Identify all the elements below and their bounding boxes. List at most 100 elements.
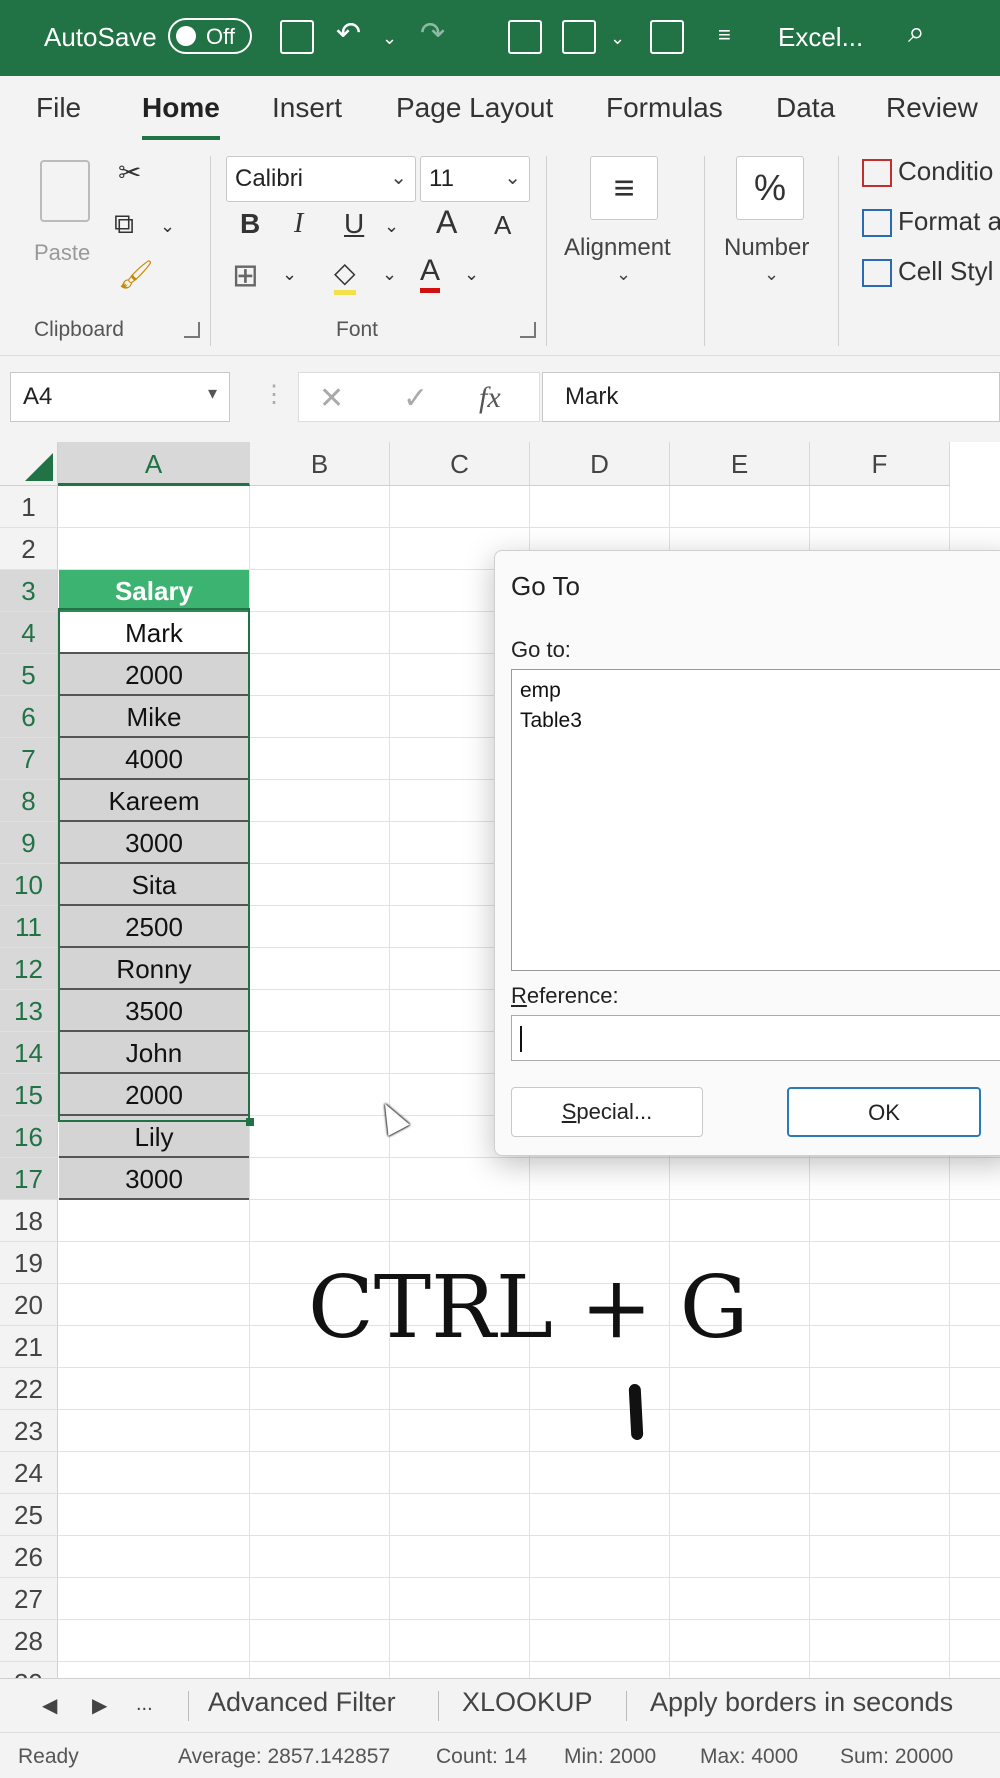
table-cell[interactable]: Kareem — [59, 780, 249, 822]
row-header[interactable]: 22 — [0, 1368, 58, 1410]
fill-handle[interactable] — [246, 1118, 254, 1126]
tab-review[interactable]: Review — [886, 92, 978, 124]
copy-dropdown-icon[interactable]: ⌄ — [160, 216, 175, 237]
cancel-icon[interactable]: ✕ — [319, 381, 344, 416]
formula-input[interactable]: Mark — [542, 372, 1000, 422]
row-header[interactable]: 12 — [0, 948, 58, 990]
alignment-button[interactable]: ≡ Alignment ⌄ — [558, 152, 692, 302]
list-item[interactable]: emp — [520, 676, 1000, 706]
sheet-prev-icon[interactable]: ◀ — [42, 1693, 57, 1718]
save-icon[interactable] — [280, 20, 314, 54]
sheet-tab-xlookup[interactable]: XLOOKUP — [462, 1687, 593, 1718]
undo-dropdown-icon[interactable]: ⌄ — [382, 28, 397, 49]
conditional-formatting-button[interactable]: Conditio — [862, 156, 993, 188]
row-header[interactable]: 10 — [0, 864, 58, 906]
autosave-toggle[interactable]: Off — [168, 18, 252, 54]
row-header[interactable]: 18 — [0, 1200, 58, 1242]
row-header[interactable]: 7 — [0, 738, 58, 780]
font-size-combo[interactable]: 11 ⌄ — [420, 156, 530, 202]
row-header[interactable]: 6 — [0, 696, 58, 738]
row-header[interactable]: 9 — [0, 822, 58, 864]
column-header-f[interactable]: F — [810, 442, 950, 486]
table-cell[interactable]: Ronny — [59, 948, 249, 990]
list-item[interactable]: Table3 — [520, 706, 1000, 736]
form-icon[interactable] — [508, 20, 542, 54]
copy-icon[interactable]: ⧉ — [114, 208, 134, 241]
row-header[interactable]: 28 — [0, 1620, 58, 1662]
column-header-d[interactable]: D — [530, 442, 670, 486]
sheet-tab-apply-borders[interactable]: Apply borders in seconds — [650, 1687, 953, 1718]
status-min[interactable]: Min: 2000 — [564, 1745, 656, 1769]
fill-color-icon[interactable]: ◇ — [334, 256, 356, 295]
row-header[interactable]: 24 — [0, 1452, 58, 1494]
row-header[interactable]: 8 — [0, 780, 58, 822]
tab-home[interactable]: Home — [142, 92, 220, 140]
italic-button[interactable]: I — [294, 208, 303, 240]
format-painter-icon[interactable]: 🖌 — [118, 258, 154, 291]
clipboard-launcher-icon[interactable] — [184, 322, 200, 338]
row-header[interactable]: 15 — [0, 1074, 58, 1116]
number-button[interactable]: % Number ⌄ — [716, 152, 826, 302]
table-cell[interactable]: 4000 — [59, 738, 249, 780]
table-cell[interactable]: 3500 — [59, 990, 249, 1032]
row-header[interactable]: 20 — [0, 1284, 58, 1326]
select-all-button[interactable] — [0, 442, 58, 486]
table-cell[interactable]: 2000 — [59, 1074, 249, 1116]
table-cell[interactable]: Lily — [59, 1116, 249, 1158]
row-header[interactable]: 29 — [0, 1662, 58, 1678]
row-header[interactable]: 3 — [0, 570, 58, 612]
sort-dropdown-icon[interactable]: ⌄ — [610, 28, 625, 49]
row-header[interactable]: 23 — [0, 1410, 58, 1452]
row-header[interactable]: 11 — [0, 906, 58, 948]
font-name-combo[interactable]: Calibri ⌄ — [226, 156, 416, 202]
insert-function-icon[interactable]: fx — [479, 381, 501, 415]
row-header[interactable]: 27 — [0, 1578, 58, 1620]
column-header-e[interactable]: E — [670, 442, 810, 486]
row-header[interactable]: 13 — [0, 990, 58, 1032]
sort-icon[interactable] — [562, 20, 596, 54]
tab-formulas[interactable]: Formulas — [606, 92, 723, 124]
row-header[interactable]: 19 — [0, 1242, 58, 1284]
ok-button[interactable]: OK — [787, 1087, 981, 1137]
font-color-dropdown-icon[interactable]: ⌄ — [464, 264, 479, 285]
row-header[interactable]: 26 — [0, 1536, 58, 1578]
grow-font-button[interactable]: A — [436, 204, 457, 241]
row-header[interactable]: 1 — [0, 486, 58, 528]
cut-icon[interactable]: ✂ — [118, 156, 141, 189]
underline-button[interactable]: U — [344, 208, 364, 240]
tab-file[interactable]: File — [36, 92, 81, 124]
customize-qat-icon[interactable]: ≡ — [718, 22, 731, 48]
sheet-more-icon[interactable]: ... — [136, 1693, 153, 1716]
table-cell[interactable]: Sita — [59, 864, 249, 906]
borders-dropdown-icon[interactable]: ⌄ — [282, 264, 297, 285]
special-button[interactable]: Special... — [511, 1087, 703, 1137]
row-header[interactable]: 5 — [0, 654, 58, 696]
row-header[interactable]: 2 — [0, 528, 58, 570]
font-launcher-icon[interactable] — [520, 322, 536, 338]
row-header[interactable]: 21 — [0, 1326, 58, 1368]
tab-insert[interactable]: Insert — [272, 92, 342, 124]
status-max[interactable]: Max: 4000 — [700, 1745, 798, 1769]
table-cell[interactable]: 3000 — [59, 1158, 249, 1200]
enter-icon[interactable]: ✓ — [403, 381, 428, 416]
cell-styles-button[interactable]: Cell Styl — [862, 256, 993, 288]
table-cell[interactable]: 3000 — [59, 822, 249, 864]
redo-icon[interactable]: ↷ — [420, 16, 445, 51]
paste-button[interactable]: Paste — [32, 156, 100, 276]
name-box[interactable]: A4 ▾ — [10, 372, 230, 422]
sheet-tab-advanced-filter[interactable]: Advanced Filter — [208, 1687, 396, 1718]
row-header[interactable]: 17 — [0, 1158, 58, 1200]
fill-color-dropdown-icon[interactable]: ⌄ — [382, 264, 397, 285]
row-header[interactable]: 16 — [0, 1116, 58, 1158]
tab-page-layout[interactable]: Page Layout — [396, 92, 553, 124]
undo-icon[interactable]: ↶ — [336, 16, 361, 51]
search-icon[interactable]: ⌕ — [908, 16, 925, 50]
bold-button[interactable]: B — [240, 208, 260, 240]
row-header[interactable]: 4 — [0, 612, 58, 654]
status-sum[interactable]: Sum: 20000 — [840, 1745, 953, 1769]
table-cell[interactable]: 2000 — [59, 654, 249, 696]
shrink-font-button[interactable]: A — [494, 210, 511, 241]
reference-input[interactable] — [511, 1015, 1000, 1061]
underline-dropdown-icon[interactable]: ⌄ — [384, 216, 399, 237]
status-count[interactable]: Count: 14 — [436, 1745, 527, 1769]
